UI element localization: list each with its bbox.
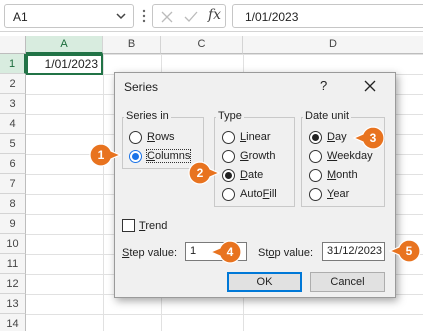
callout-3: 3 [352, 126, 385, 150]
row-header[interactable]: 3 [0, 94, 26, 114]
radio-indicator [309, 150, 322, 163]
grid-divider [103, 54, 104, 331]
callout-4: 4 [209, 240, 242, 264]
row-header[interactable]: 1 [0, 54, 26, 74]
radio-indicator [222, 131, 235, 144]
linear-label: Linear [240, 131, 271, 143]
check-icon[interactable] [183, 9, 199, 25]
row-header[interactable]: 14 [0, 314, 26, 331]
row-header[interactable]: 5 [0, 134, 26, 154]
close-icon[interactable] [363, 79, 377, 93]
row-header[interactable]: 8 [0, 194, 26, 214]
year-label: Year [327, 188, 350, 200]
month-label: Month [327, 169, 358, 181]
cell-a1[interactable]: 1/01/2023 [26, 54, 103, 75]
row-header[interactable]: 12 [0, 274, 26, 294]
row-header[interactable]: 13 [0, 294, 26, 314]
callout-number: 4 [226, 245, 234, 259]
formula-input[interactable]: 1/01/2023 [232, 4, 423, 28]
formula-bar: A1 fx 1/01/2023 [0, 0, 423, 32]
select-all-corner[interactable] [0, 36, 26, 54]
step-value-label: Step value: [122, 247, 178, 259]
formula-buttons: fx [152, 4, 226, 28]
column-header-b[interactable]: B [103, 36, 161, 54]
callout-number: 3 [369, 131, 377, 145]
radio-indicator [129, 150, 142, 163]
stop-value-label: Stop value: [258, 247, 314, 259]
dialog-title: Series [124, 80, 159, 94]
radio-indicator [309, 188, 322, 201]
row-header[interactable]: 2 [0, 74, 26, 94]
callout-5: 5 [388, 239, 421, 263]
row-header[interactable]: 9 [0, 214, 26, 234]
cancel-button[interactable]: Cancel [310, 272, 385, 292]
radio-indicator [309, 131, 322, 144]
help-button[interactable]: ? [320, 78, 327, 93]
insert-function-icon[interactable]: fx [208, 7, 221, 23]
column-header-c[interactable]: C [161, 36, 243, 54]
columns-label: Columns [145, 149, 192, 163]
name-box-value: A1 [13, 10, 28, 24]
radio-indicator [309, 169, 322, 182]
rows-label: Rows [147, 131, 175, 143]
autofill-label: AutoFill [240, 188, 277, 200]
callout-number: 1 [97, 148, 105, 162]
chevron-down-icon[interactable] [113, 8, 129, 24]
row-header[interactable]: 7 [0, 174, 26, 194]
stop-value-input[interactable]: 31/12/2023 [322, 242, 385, 261]
callout-number: 2 [196, 166, 204, 180]
column-header-a[interactable]: A [26, 36, 103, 54]
row-header[interactable]: 10 [0, 234, 26, 254]
day-label: Day [327, 131, 347, 143]
date-label: Date [240, 169, 264, 181]
cancel-icon[interactable] [159, 9, 175, 25]
date-unit-label: Date unit [303, 110, 352, 122]
radio-indicator [222, 169, 235, 182]
row-header[interactable]: 4 [0, 114, 26, 134]
row-header[interactable]: 11 [0, 254, 26, 274]
ok-button[interactable]: OK [227, 272, 302, 292]
radio-indicator [222, 188, 235, 201]
name-box[interactable]: A1 [4, 4, 134, 28]
type-label: Type [216, 110, 244, 122]
radio-indicator [129, 131, 142, 144]
series-in-label: Series in [124, 110, 171, 122]
trend-label: Trend [139, 220, 168, 232]
formula-value: 1/01/2023 [245, 10, 299, 24]
weekday-label: Weekday [327, 150, 373, 162]
radio-indicator [222, 150, 235, 163]
column-header-d[interactable]: D [243, 36, 423, 54]
series-dialog: Series ? Series in Rows Columns Type Lin… [114, 72, 396, 298]
growth-label: Growth [240, 150, 276, 162]
row-header[interactable]: 6 [0, 154, 26, 174]
callout-1: 1 [89, 143, 122, 167]
more-options-icon[interactable] [140, 6, 148, 26]
callout-2: 2 [188, 161, 221, 185]
callout-number: 5 [405, 244, 413, 258]
trend-checkbox[interactable] [122, 219, 135, 232]
